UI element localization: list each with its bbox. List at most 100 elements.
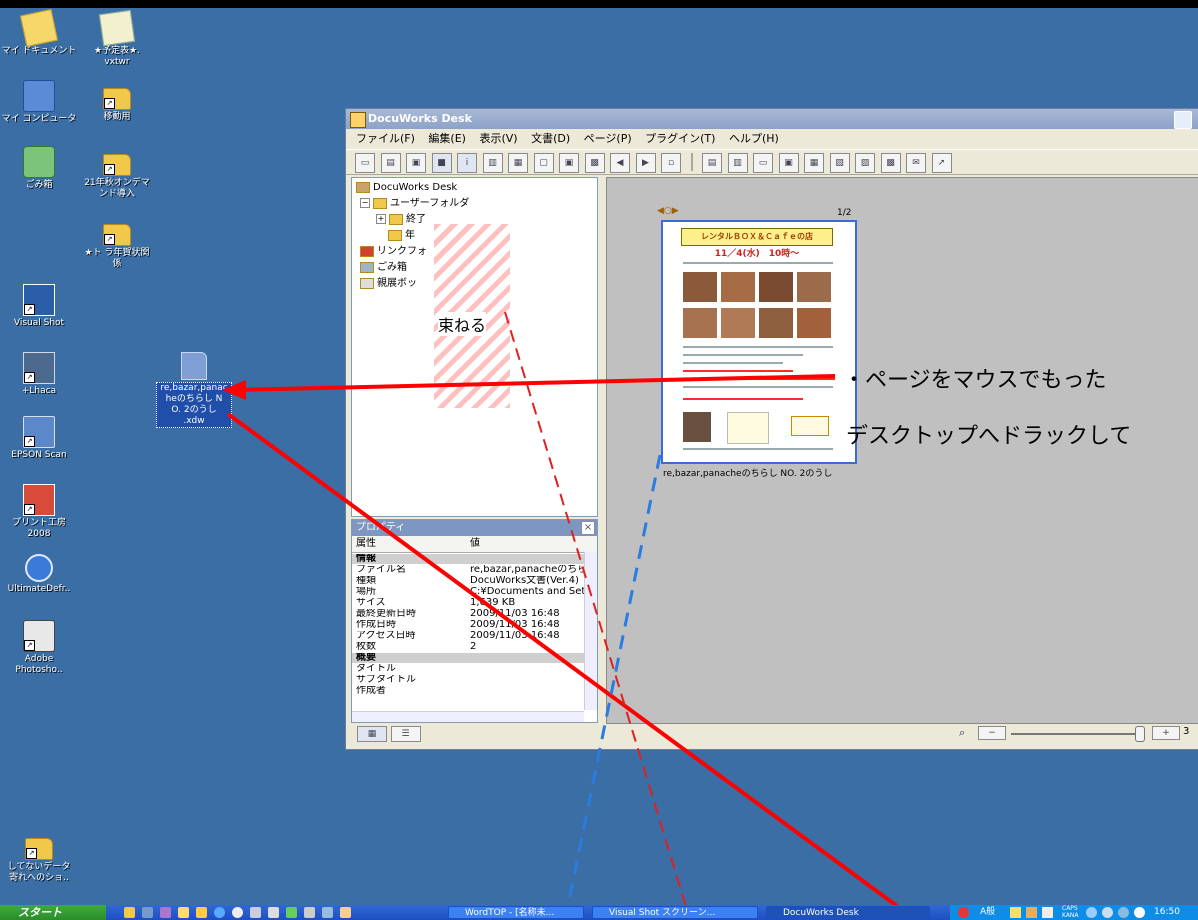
menu-page[interactable]: ページ(P) <box>584 132 632 145</box>
tray-network-icon[interactable] <box>1086 907 1097 918</box>
quicklaunch-app-icon[interactable] <box>160 907 171 918</box>
tree-exhibit[interactable]: 親展ボッ <box>360 276 417 292</box>
property-row[interactable]: 場所 C:¥Documents and Set <box>352 587 584 597</box>
thumbnail-view-icon[interactable]: ▦ <box>508 153 528 173</box>
task-docuworks-desk[interactable]: DocuWorks Desk <box>766 906 930 919</box>
zoom-slider-track[interactable] <box>1011 733 1141 735</box>
unstack-icon[interactable]: ▥ <box>727 153 748 173</box>
desktop-icon-schedule[interactable]: ★予定表★. vxtwr <box>78 9 156 68</box>
minimize-button[interactable] <box>1174 111 1192 129</box>
image-icon[interactable]: ▩ <box>880 153 901 173</box>
import-icon[interactable]: ▧ <box>829 153 850 173</box>
tree-item-year[interactable]: 年 <box>388 228 415 244</box>
desktop-icon-print-studio[interactable]: ↗ プリント工房 2008 <box>0 484 78 540</box>
desktop-icon-idouyou[interactable]: ↗ 移動用 <box>78 80 156 123</box>
document-thumbnail[interactable]: レンタルＢＯＸ＆Ｃａｆｅの店 11／4(水) 10時～ <box>661 220 857 464</box>
task-wordtop[interactable]: WordTOP - [名称未... <box>448 906 584 919</box>
open-icon[interactable]: ▣ <box>406 153 426 173</box>
close-icon[interactable]: × <box>581 521 595 535</box>
quicklaunch-folder-icon[interactable] <box>196 907 207 918</box>
property-row[interactable]: 概要 <box>352 653 584 663</box>
quicklaunch-folder-icon[interactable] <box>124 907 135 918</box>
tree-trash[interactable]: ごみ箱 <box>360 260 407 276</box>
window-titlebar[interactable]: DocuWorks Desk <box>346 109 1198 129</box>
start-button[interactable]: スタート <box>0 905 106 920</box>
folder-up-icon[interactable]: ▫ <box>661 153 681 173</box>
quicklaunch-app-icon[interactable] <box>250 907 261 918</box>
desktop-icon-ondemand[interactable]: ↗ 21年秋オンデマ ンド導入 <box>78 146 156 200</box>
paste-icon[interactable]: ▣ <box>559 153 579 173</box>
expand-icon[interactable]: + <box>376 214 386 224</box>
desktop-icon-nengajo[interactable]: ↗ ★ト ラ年賀状関 係 <box>78 216 156 270</box>
ime-indicator[interactable]: A般 <box>980 905 995 920</box>
menu-help[interactable]: ヘルプ(H) <box>729 132 779 145</box>
quicklaunch-app-icon[interactable] <box>142 907 153 918</box>
horizontal-scrollbar[interactable] <box>352 711 584 722</box>
tree-user-folder[interactable]: − ユーザーフォルダ <box>360 196 469 212</box>
tray-app-icon[interactable] <box>958 907 969 918</box>
layout-icon[interactable]: ■ <box>431 153 452 173</box>
quicklaunch-app-icon[interactable] <box>340 907 351 918</box>
quicklaunch-app-icon[interactable] <box>268 907 279 918</box>
menu-edit[interactable]: 編集(E) <box>428 132 466 145</box>
property-row[interactable]: 種類 DocuWorks文書(Ver.4) <box>352 576 584 586</box>
quicklaunch-app-icon[interactable] <box>232 907 243 918</box>
menu-document[interactable]: 文書(D) <box>531 132 570 145</box>
forward-icon[interactable]: ▶ <box>635 153 656 173</box>
desktop-icon-visual-shot[interactable]: ↗ Visual Shot <box>0 284 78 329</box>
list-mode-button[interactable]: ☰ <box>390 726 421 742</box>
mail-icon[interactable]: ✉ <box>906 153 926 173</box>
copy-icon[interactable]: ▢ <box>533 153 554 173</box>
quicklaunch-ie-icon[interactable] <box>214 907 225 918</box>
tree-link-folder[interactable]: リンクフォ <box>360 244 427 260</box>
viewer-icon[interactable]: ▭ <box>753 153 773 173</box>
column-attribute[interactable]: 属性 <box>356 536 376 552</box>
property-row[interactable]: ファイル名 re,bazar,panacheのちらし <box>352 565 584 575</box>
print-icon[interactable]: ▤ <box>380 153 401 173</box>
binoculars-icon[interactable]: ▥ <box>482 153 503 173</box>
menu-file[interactable]: ファイル(F) <box>356 132 415 145</box>
stack-icon[interactable]: ▤ <box>702 153 722 173</box>
tray-app-icon[interactable] <box>1134 907 1145 918</box>
column-value[interactable]: 値 <box>470 536 480 552</box>
tray-app-icon[interactable] <box>1102 907 1113 918</box>
export-icon[interactable]: ▦ <box>804 153 824 173</box>
annotation-icon[interactable]: ▨ <box>855 153 875 173</box>
tray-ime-icon[interactable] <box>1026 907 1037 918</box>
property-row[interactable]: 枚数 2 <box>352 642 584 652</box>
quicklaunch-app-icon[interactable] <box>322 907 333 918</box>
quicklaunch-app-icon[interactable] <box>304 907 315 918</box>
send-icon[interactable]: ➚ <box>931 153 952 173</box>
tray-volume-icon[interactable] <box>1118 907 1129 918</box>
desktop-icon-epson-scan[interactable]: ↗ EPSON Scan <box>0 416 78 461</box>
desktop-icon-my-computer[interactable]: マイ コンピュータ <box>0 80 78 125</box>
property-row[interactable]: アクセス日時 2009/11/03 16:48 <box>352 631 584 641</box>
property-row[interactable]: 作成者 <box>352 686 584 696</box>
tray-help-icon[interactable] <box>1042 907 1053 918</box>
info-icon[interactable]: i <box>457 153 477 173</box>
zoom-slider-thumb[interactable] <box>1135 726 1145 742</box>
tree-root[interactable]: DocuWorks Desk <box>356 180 457 196</box>
zoom-out-button[interactable]: − <box>978 726 1006 740</box>
property-row[interactable]: タイトル <box>352 664 584 674</box>
desktop-icon-docuworks-file[interactable]: re,bazar,panac heのちらし N O. 2のうし .xdw <box>156 352 232 428</box>
back-icon[interactable]: ◀ <box>610 153 630 173</box>
property-row[interactable]: 最終更新日時 2009/11/03 16:48 <box>352 609 584 619</box>
tree-item-done[interactable]: + 終了 <box>376 212 426 228</box>
desktop-icon-ultimate-defrag[interactable]: UltimateDefr.. <box>0 554 78 595</box>
view-icon[interactable]: ▭ <box>355 153 375 173</box>
desktop-icon-data-folder[interactable]: ↗ してないデータ 寄れへのショ.. <box>0 830 78 884</box>
quicklaunch-pen-icon[interactable] <box>178 907 189 918</box>
property-row[interactable]: 情報 <box>352 554 584 564</box>
thumbnail-mode-button[interactable]: ▦ <box>357 726 387 742</box>
zoom-in-button[interactable]: + <box>1152 726 1180 740</box>
desktop-icon-recycle-bin[interactable]: ごみ箱 <box>8 146 70 191</box>
page-nav-icon[interactable]: ◀○▶ <box>657 206 683 218</box>
task-visual-shot[interactable]: Visual Shot スクリーン... <box>592 906 758 919</box>
vertical-scrollbar[interactable] <box>584 552 597 710</box>
convert-icon[interactable]: ▣ <box>778 153 799 173</box>
menu-plugin[interactable]: プラグイン(T) <box>645 132 715 145</box>
tray-ime-icon[interactable] <box>1010 907 1021 918</box>
menu-view[interactable]: 表示(V) <box>479 132 517 145</box>
desktop-icon-my-documents[interactable]: マイ ドキュメント <box>0 9 78 57</box>
